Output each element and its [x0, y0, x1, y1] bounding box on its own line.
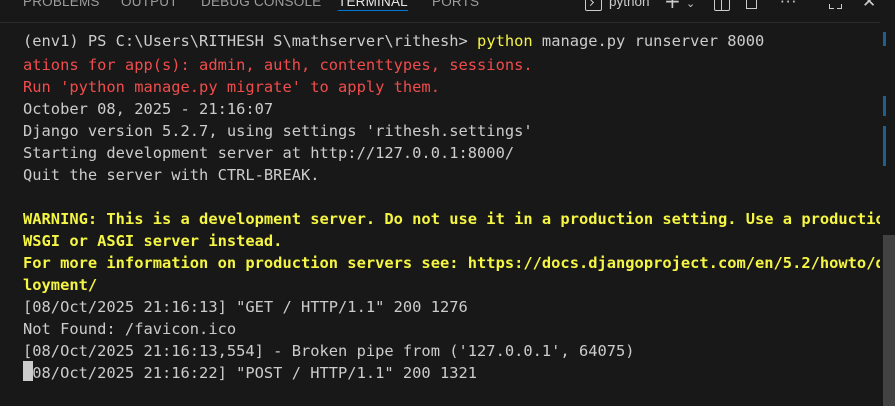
split-terminal-icon[interactable]: [714, 0, 730, 11]
trash-icon[interactable]: [746, 0, 757, 9]
terminal-line: Not Found: /favicon.ico: [23, 320, 237, 338]
close-icon[interactable]: ✕: [862, 0, 876, 12]
terminal-line: For more information on production serve…: [23, 254, 880, 272]
terminal-line: WSGI or ASGI server instead.: [23, 232, 283, 250]
prompt-prefix: (env1) PS C:\Users\RITHESH S\mathserver\…: [23, 32, 478, 50]
panel-header: PROBLEMS OUTPUT DEBUG CONSOLE TERMINAL P…: [0, 0, 895, 23]
tab-debug-console[interactable]: DEBUG CONSOLE: [201, 0, 321, 16]
terminal-cursor: [23, 361, 33, 381]
scrollbar-marker: [883, 96, 886, 116]
terminal-line: Quit the server with CTRL-BREAK.: [23, 166, 320, 184]
terminal-line: October 08, 2025 - 21:16:07: [23, 100, 274, 118]
tab-problems[interactable]: PROBLEMS: [23, 0, 100, 16]
terminal-line: ations for app(s): admin, auth, contentt…: [23, 56, 533, 74]
maximize-icon[interactable]: [829, 0, 842, 9]
terminal-line: Django version 5.2.7, using settings 'ri…: [23, 122, 533, 140]
terminal-icon[interactable]: [585, 0, 602, 11]
tab-output[interactable]: OUTPUT: [121, 0, 178, 16]
terminal-output[interactable]: (env1) PS C:\Users\RITHESH S\mathserver\…: [0, 22, 880, 406]
tab-terminal[interactable]: TERMINAL: [338, 0, 408, 16]
terminal-line: WARNING: This is a development server. D…: [23, 210, 880, 228]
prompt-command: python: [477, 32, 533, 50]
scrollbar-marker: [883, 126, 886, 166]
terminal-line: Run 'python manage.py migrate' to apply …: [23, 78, 440, 96]
scrollbar-marker: [883, 32, 886, 46]
terminal-line: [08/Oct/2025 21:16:13,554] - Broken pipe…: [23, 342, 635, 360]
terminal-line: loyment/: [23, 276, 98, 294]
terminal-profile-name[interactable]: python: [609, 0, 650, 9]
scrollbar-thumb[interactable]: [883, 235, 895, 406]
chevron-down-icon[interactable]: ⌄: [686, 0, 695, 14]
terminal-line: [08/Oct/2025 21:16:13] "GET / HTTP/1.1" …: [23, 298, 468, 316]
terminal-prompt-line: (env1) PS C:\Users\RITHESH S\mathserver\…: [23, 30, 764, 52]
plus-icon[interactable]: +: [664, 0, 681, 11]
prompt-args: manage.py runserver 8000: [532, 32, 765, 50]
more-icon[interactable]: ···: [780, 0, 797, 12]
terminal-line: Starting development server at http://12…: [23, 144, 515, 162]
terminal-line: [08/Oct/2025 21:16:22] "POST / HTTP/1.1"…: [23, 364, 478, 382]
tab-ports[interactable]: PORTS: [432, 0, 479, 16]
